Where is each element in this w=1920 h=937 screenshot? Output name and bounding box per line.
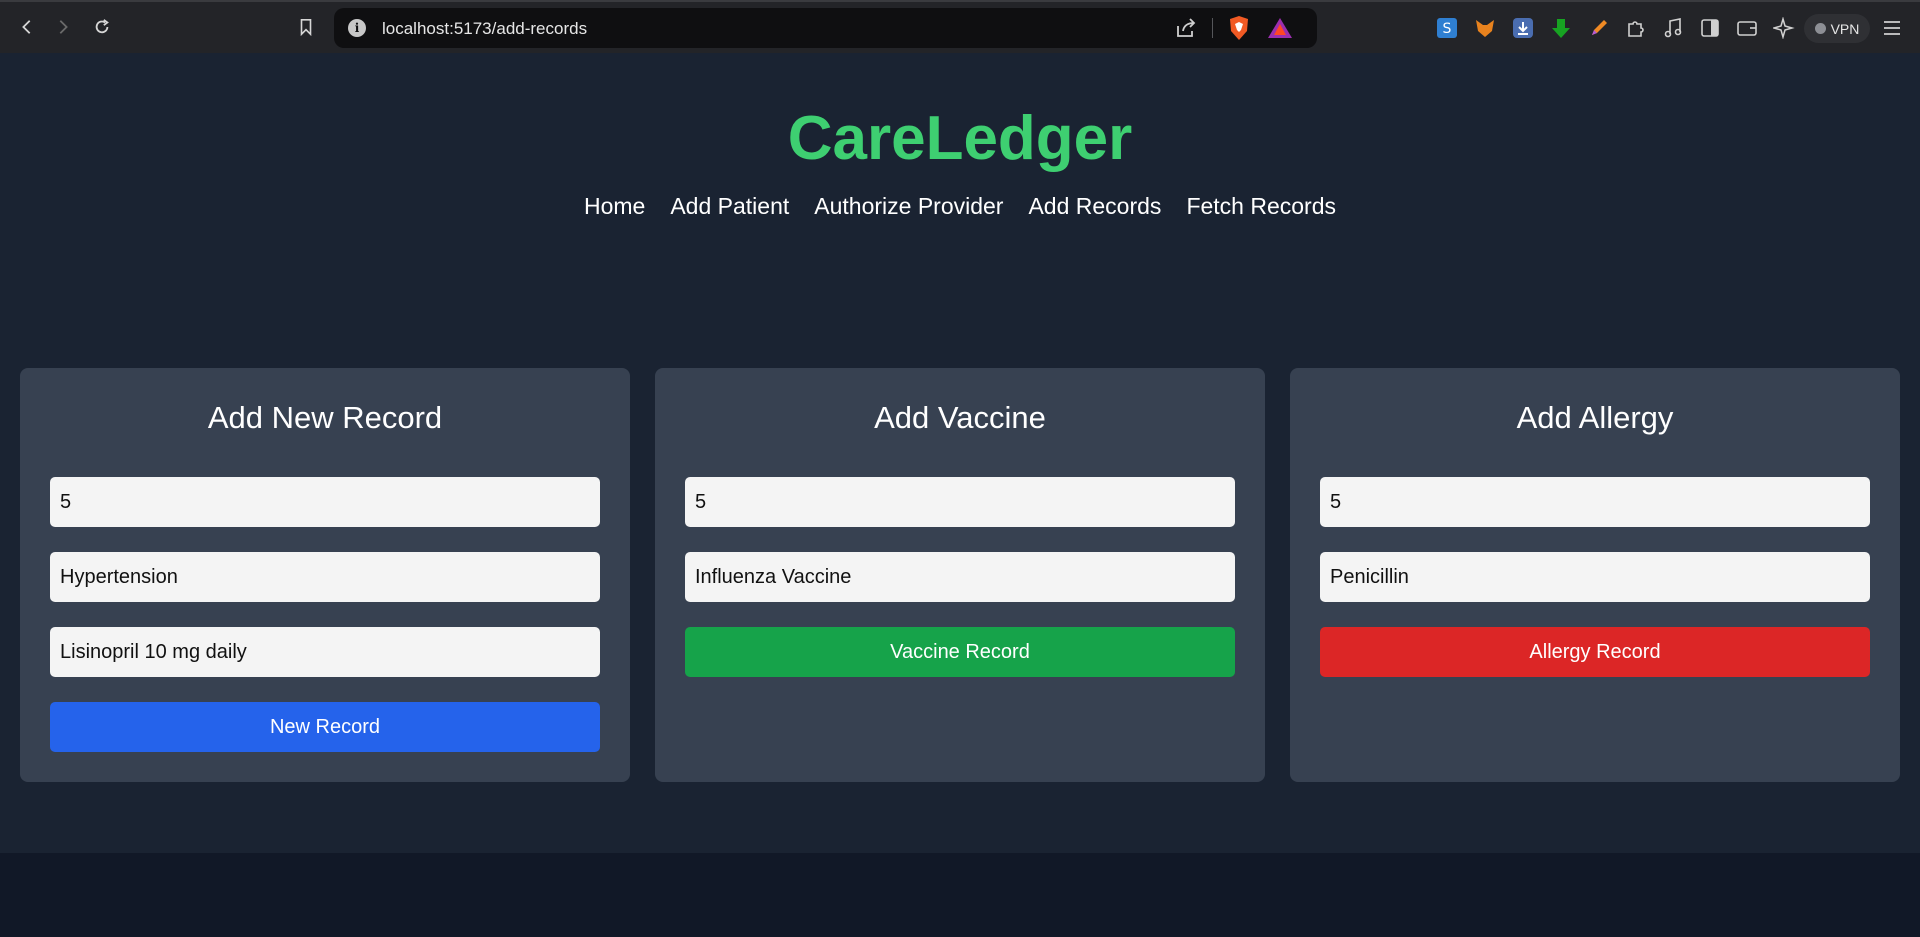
- add-allergy-card: Add Allergy Allergy Record: [1290, 368, 1900, 782]
- nav-home[interactable]: Home: [584, 193, 645, 220]
- allergy-patient-id-input[interactable]: [1320, 477, 1870, 527]
- nav-authorize-provider[interactable]: Authorize Provider: [814, 193, 1003, 220]
- browser-toolbar: i localhost:5173/add-records S VPN: [0, 0, 1920, 53]
- vaccine-record-button[interactable]: Vaccine Record: [685, 627, 1235, 677]
- vpn-label: VPN: [1830, 20, 1860, 37]
- record-treatment-input[interactable]: [50, 627, 600, 677]
- s-icon[interactable]: S: [1435, 16, 1459, 40]
- menu-icon[interactable]: [1880, 16, 1904, 40]
- site-header: CareLedger Home Add Patient Authorize Pr…: [0, 53, 1920, 298]
- address-bar[interactable]: i localhost:5173/add-records: [334, 8, 1317, 48]
- vaccine-name-input[interactable]: [685, 552, 1235, 602]
- brave-rewards-icon[interactable]: [1267, 17, 1293, 39]
- site-info-icon[interactable]: i: [348, 19, 366, 37]
- nav-fetch-records[interactable]: Fetch Records: [1186, 193, 1336, 220]
- vaccine-patient-id-input[interactable]: [685, 477, 1235, 527]
- download-badge-icon[interactable]: [1511, 16, 1535, 40]
- brave-shields-icon[interactable]: [1227, 15, 1251, 41]
- brand-title[interactable]: CareLedger: [0, 103, 1920, 174]
- card-title: Add New Record: [207, 400, 443, 435]
- sparkle-icon[interactable]: [1772, 16, 1796, 40]
- add-vaccine-card: Add Vaccine Vaccine Record: [655, 368, 1265, 782]
- new-record-button[interactable]: New Record: [50, 702, 600, 752]
- fox-icon[interactable]: [1473, 16, 1497, 40]
- url-text[interactable]: localhost:5173/add-records: [382, 19, 587, 39]
- allergy-name-input[interactable]: [1320, 552, 1870, 602]
- vpn-status-icon: [1814, 23, 1826, 34]
- music-icon[interactable]: [1661, 16, 1685, 40]
- pen-icon[interactable]: [1587, 16, 1611, 40]
- card-title: Add Allergy: [1516, 400, 1674, 435]
- record-patient-id-input[interactable]: [50, 477, 600, 527]
- add-record-card: Add New Record New Record: [20, 368, 630, 782]
- vpn-button[interactable]: VPN: [1804, 14, 1870, 43]
- main-nav: Home Add Patient Authorize Provider Add …: [0, 193, 1920, 220]
- reload-icon[interactable]: [89, 14, 115, 40]
- share-icon[interactable]: [1175, 17, 1197, 39]
- puzzle-icon[interactable]: [1624, 16, 1648, 40]
- nav-add-records[interactable]: Add Records: [1028, 193, 1161, 220]
- svg-text:S: S: [1443, 21, 1452, 37]
- card-title: Add Vaccine: [874, 400, 1046, 435]
- divider: [1212, 18, 1213, 38]
- main-content: Add New Record New Record Add Vaccine Va…: [0, 298, 1920, 853]
- wallet-icon[interactable]: [1735, 16, 1759, 40]
- green-arrow-icon[interactable]: [1549, 16, 1573, 40]
- back-icon[interactable]: [14, 14, 40, 40]
- sidebar-icon[interactable]: [1698, 16, 1722, 40]
- forward-icon[interactable]: [50, 14, 76, 40]
- allergy-record-button[interactable]: Allergy Record: [1320, 627, 1870, 677]
- bookmark-icon[interactable]: [293, 14, 319, 40]
- nav-add-patient[interactable]: Add Patient: [670, 193, 789, 220]
- record-diagnosis-input[interactable]: [50, 552, 600, 602]
